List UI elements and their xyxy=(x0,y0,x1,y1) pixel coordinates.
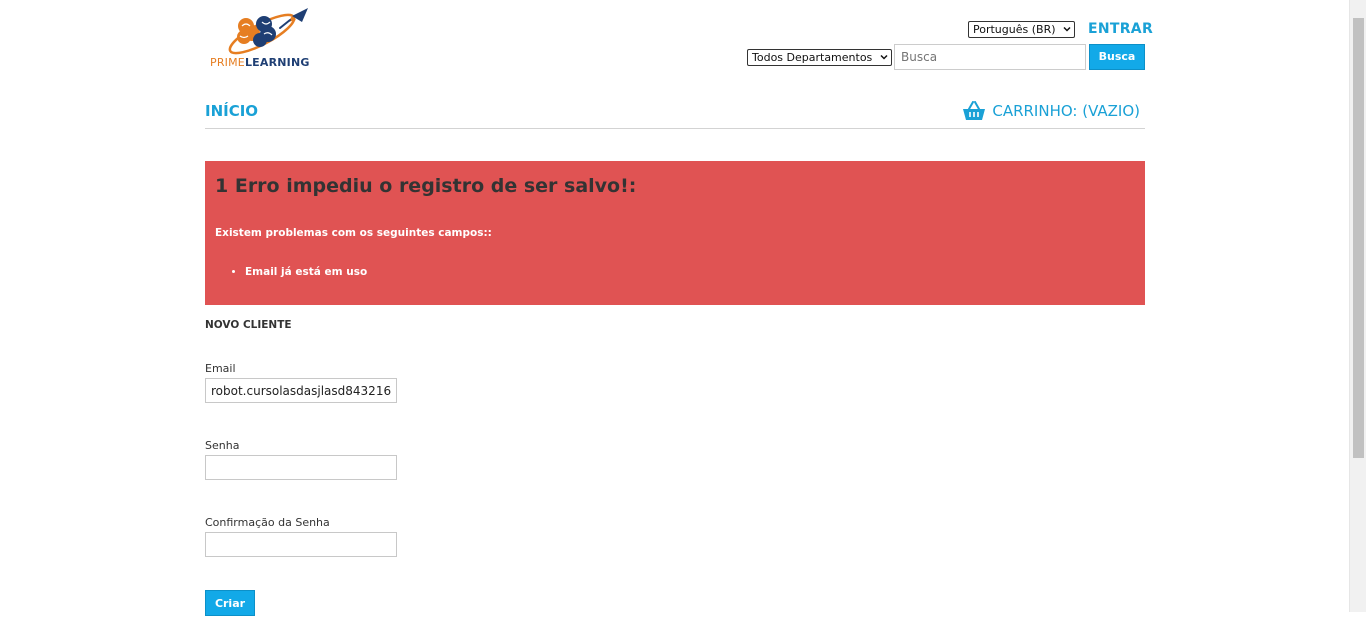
department-select[interactable]: Todos Departamentos xyxy=(747,49,892,66)
email-field[interactable] xyxy=(205,378,397,403)
login-link[interactable]: ENTRAR xyxy=(1088,21,1153,37)
department-select-value: Todos Departamentos xyxy=(752,51,873,64)
home-link[interactable]: INÍCIO xyxy=(205,102,258,120)
logo-text-learning: LEARNING xyxy=(244,56,310,69)
error-message-box: 1 Erro impediu o registro de ser salvo!:… xyxy=(205,161,1145,305)
logo-text-prime: PRIME xyxy=(210,56,245,69)
page: PRIMELEARNING Português (BR) ENTRAR Todo… xyxy=(0,0,1349,616)
error-title: 1 Erro impediu o registro de ser salvo!: xyxy=(215,175,637,197)
password-field[interactable] xyxy=(205,455,397,480)
logo-text: PRIMELEARNING xyxy=(210,56,310,69)
search-input[interactable] xyxy=(894,44,1086,70)
password-label: Senha xyxy=(205,439,240,452)
brain-rocket-logo-icon xyxy=(228,8,308,55)
search-button[interactable]: Busca xyxy=(1089,44,1145,70)
cart-label: CARRINHO: (VAZIO) xyxy=(992,102,1140,120)
page-scrollbar[interactable] xyxy=(1349,0,1366,612)
chevron-down-icon xyxy=(1063,26,1071,32)
cart-link[interactable]: CARRINHO: (VAZIO) xyxy=(962,101,1140,121)
error-intro: Existem problemas com os seguintes campo… xyxy=(215,227,492,239)
error-list: Email já está em uso xyxy=(215,266,367,278)
email-label: Email xyxy=(205,362,236,375)
new-customer-title: NOVO CLIENTE xyxy=(205,319,292,331)
error-list-item: Email já está em uso xyxy=(245,266,367,278)
shopping-basket-icon xyxy=(963,101,986,120)
chevron-down-icon xyxy=(880,54,888,60)
main-nav: INÍCIO CARRINHO: (VAZIO) xyxy=(205,96,1145,129)
scrollbar-thumb[interactable] xyxy=(1353,18,1364,458)
language-select[interactable]: Português (BR) xyxy=(968,21,1075,38)
site-logo[interactable]: PRIMELEARNING xyxy=(210,6,316,70)
password-confirm-field[interactable] xyxy=(205,532,397,557)
language-select-value: Português (BR) xyxy=(973,23,1056,36)
password-confirm-label: Confirmação da Senha xyxy=(205,516,330,529)
create-account-button[interactable]: Criar xyxy=(205,590,255,616)
